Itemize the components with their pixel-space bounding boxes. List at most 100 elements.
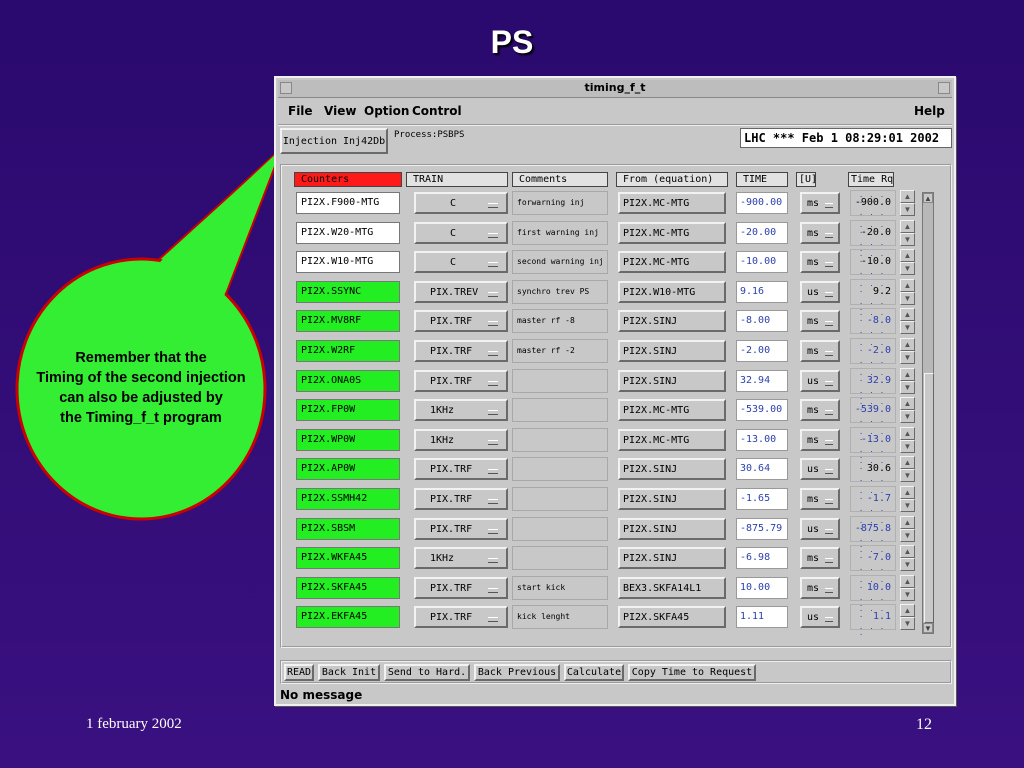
time-request-field[interactable]: . . . . 1.1. . . . <box>850 604 896 637</box>
unit-select[interactable]: ms <box>800 488 840 510</box>
spin-down-icon[interactable]: ▼ <box>900 440 915 453</box>
time-field[interactable]: 1.11 <box>736 606 788 628</box>
unit-select[interactable]: us <box>800 458 840 480</box>
scroll-up-icon[interactable]: ▲ <box>923 193 933 203</box>
comment-field[interactable] <box>512 546 608 570</box>
counter-field[interactable]: PI2X.SSYNC <box>296 281 400 303</box>
spin-up-icon[interactable]: ▲ <box>900 368 915 381</box>
train-select[interactable]: C <box>414 222 508 244</box>
time-field[interactable]: -8.00 <box>736 310 788 332</box>
time-field[interactable]: -539.00 <box>736 399 788 421</box>
spin-up-icon[interactable]: ▲ <box>900 604 915 617</box>
train-select[interactable]: PIX.TRF <box>414 458 508 480</box>
time-request-field[interactable]: . . . . -539.0. . . . <box>850 397 896 430</box>
time-field[interactable]: -2.00 <box>736 340 788 362</box>
counter-field[interactable]: PI2X.ONA0S <box>296 370 400 392</box>
spin-up-icon[interactable]: ▲ <box>900 308 915 321</box>
spin-up-icon[interactable]: ▲ <box>900 427 915 440</box>
comment-field[interactable] <box>512 487 608 511</box>
train-select[interactable]: PIX.TRF <box>414 518 508 540</box>
counter-field[interactable]: PI2X.SKFA45 <box>296 577 400 599</box>
from-equation-button[interactable]: PI2X.SINJ <box>618 370 726 392</box>
unit-select[interactable]: ms <box>800 192 840 214</box>
from-equation-button[interactable]: PI2X.SINJ <box>618 518 726 540</box>
counter-field[interactable]: PI2X.SBSM <box>296 518 400 540</box>
time-request-field[interactable]: . . . . -10.0. . . . <box>850 249 896 282</box>
from-equation-button[interactable]: PI2X.SINJ <box>618 340 726 362</box>
comment-field[interactable] <box>512 517 608 541</box>
train-select[interactable]: 1KHz <box>414 399 508 421</box>
counter-field[interactable]: PI2X.SSMH42 <box>296 488 400 510</box>
vertical-scrollbar[interactable]: ▲ ▼ <box>922 192 934 634</box>
time-request-field[interactable]: . . . . -900.0. . . . <box>850 190 896 223</box>
from-equation-button[interactable]: PI2X.MC-MTG <box>618 222 726 244</box>
unit-select[interactable]: ms <box>800 547 840 569</box>
time-request-field[interactable]: . . . . -13.0. . . . <box>850 427 896 460</box>
spin-down-icon[interactable]: ▼ <box>900 588 915 601</box>
unit-select[interactable]: us <box>800 281 840 303</box>
time-request-field[interactable]: . . . . -2.0. . . . <box>850 338 896 371</box>
window-close-icon[interactable] <box>938 82 950 94</box>
time-field[interactable]: 10.00 <box>736 577 788 599</box>
spin-down-icon[interactable]: ▼ <box>900 321 915 334</box>
from-equation-button[interactable]: PI2X.SINJ <box>618 310 726 332</box>
from-equation-button[interactable]: PI2X.MC-MTG <box>618 192 726 214</box>
from-equation-button[interactable]: PI2X.SINJ <box>618 488 726 510</box>
time-field[interactable]: -13.00 <box>736 429 788 451</box>
menu-help[interactable]: Help <box>914 104 945 118</box>
train-select[interactable]: C <box>414 251 508 273</box>
unit-select[interactable]: us <box>800 370 840 392</box>
train-select[interactable]: 1KHz <box>414 429 508 451</box>
scroll-down-icon[interactable]: ▼ <box>923 623 933 633</box>
unit-select[interactable]: ms <box>800 222 840 244</box>
spin-down-icon[interactable]: ▼ <box>900 499 915 512</box>
spin-up-icon[interactable]: ▲ <box>900 249 915 262</box>
time-request-field[interactable]: . . . . -1.7. . . . <box>850 486 896 519</box>
read-button[interactable]: READ <box>284 664 314 681</box>
unit-select[interactable]: us <box>800 606 840 628</box>
comment-field[interactable] <box>512 428 608 452</box>
send-to-hard-button[interactable]: Send to Hard. <box>384 664 470 681</box>
spin-up-icon[interactable]: ▲ <box>900 397 915 410</box>
spin-up-icon[interactable]: ▲ <box>900 516 915 529</box>
from-equation-button[interactable]: PI2X.SINJ <box>618 458 726 480</box>
menu-file[interactable]: File <box>288 104 313 118</box>
comment-field[interactable] <box>512 398 608 422</box>
time-field[interactable]: 32.94 <box>736 370 788 392</box>
spin-up-icon[interactable]: ▲ <box>900 456 915 469</box>
injection-button[interactable]: Injection Inj42Db <box>280 128 388 154</box>
comment-field[interactable] <box>512 369 608 393</box>
menu-control[interactable]: Control <box>412 104 462 118</box>
from-equation-button[interactable]: PI2X.SINJ <box>618 547 726 569</box>
comment-field[interactable]: synchro trev PS <box>512 280 608 304</box>
spin-up-icon[interactable]: ▲ <box>900 575 915 588</box>
time-field[interactable]: -6.98 <box>736 547 788 569</box>
train-select[interactable]: PIX.TREV <box>414 281 508 303</box>
window-titlebar[interactable]: timing_f_t <box>278 80 952 98</box>
from-equation-button[interactable]: BEX3.SKFA14L1 <box>618 577 726 599</box>
time-request-field[interactable]: . . . . 10.0. . . . <box>850 575 896 608</box>
comment-field[interactable]: second warning inj <box>512 250 608 274</box>
train-select[interactable]: PIX.TRF <box>414 606 508 628</box>
spin-down-icon[interactable]: ▼ <box>900 410 915 423</box>
train-select[interactable]: PIX.TRF <box>414 488 508 510</box>
back-init-button[interactable]: Back Init <box>318 664 380 681</box>
train-select[interactable]: PIX.TRF <box>414 370 508 392</box>
time-request-field[interactable]: . . . . 30.6. . . . <box>850 456 896 489</box>
spin-down-icon[interactable]: ▼ <box>900 262 915 275</box>
spin-up-icon[interactable]: ▲ <box>900 190 915 203</box>
counter-field[interactable]: PI2X.W20-MTG <box>296 222 400 244</box>
time-request-field[interactable]: . . . . -20.0. . . . <box>850 220 896 253</box>
spin-down-icon[interactable]: ▼ <box>900 233 915 246</box>
scroll-thumb[interactable] <box>924 373 934 623</box>
from-equation-button[interactable]: PI2X.MC-MTG <box>618 429 726 451</box>
time-field[interactable]: -900.00 <box>736 192 788 214</box>
train-select[interactable]: PIX.TRF <box>414 310 508 332</box>
from-equation-button[interactable]: PI2X.SKFA45 <box>618 606 726 628</box>
spin-up-icon[interactable]: ▲ <box>900 279 915 292</box>
counter-field[interactable]: PI2X.W2RF <box>296 340 400 362</box>
menu-option[interactable]: Option <box>364 104 409 118</box>
spin-down-icon[interactable]: ▼ <box>900 351 915 364</box>
spin-down-icon[interactable]: ▼ <box>900 558 915 571</box>
spin-down-icon[interactable]: ▼ <box>900 381 915 394</box>
